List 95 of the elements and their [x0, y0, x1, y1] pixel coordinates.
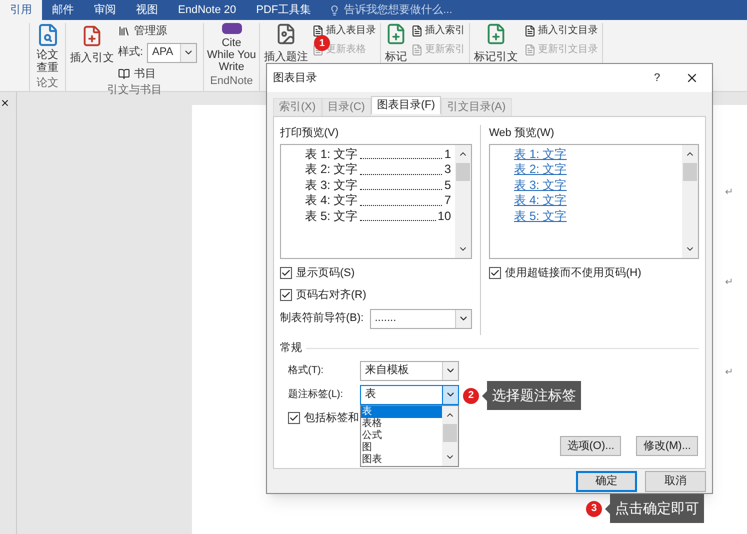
- close-icon[interactable]: [0, 98, 10, 108]
- group-label: EndNote: [210, 74, 253, 88]
- scrollbar-thumb[interactable]: [443, 424, 457, 442]
- book-icon: [118, 68, 130, 80]
- field-label: 题注标签(L):: [288, 388, 344, 402]
- checkbox[interactable]: [280, 289, 292, 302]
- checkbox-label: 页码右对齐(R): [296, 288, 366, 303]
- sources-icon: [118, 25, 130, 38]
- page-number: 3: [444, 162, 451, 178]
- scrollbar-thumb[interactable]: [456, 162, 470, 180]
- field-label: 格式(T):: [288, 364, 325, 378]
- dialog-button[interactable]: 选项(O)...: [560, 436, 622, 456]
- field-label: Web 预览(W): [489, 126, 556, 141]
- dialog-title: 图表目录: [273, 70, 318, 86]
- ribbon-small-button[interactable]: 插入表目录: [312, 23, 376, 38]
- preview-link[interactable]: 表 5: 文字: [514, 208, 682, 224]
- format-dropdown[interactable]: 来自模板: [360, 360, 459, 380]
- group-label: 引文与书目: [106, 82, 163, 98]
- field-label: 打印预览(V): [280, 126, 340, 141]
- close-icon: [685, 71, 699, 85]
- tell-me-field[interactable]: 告诉我您想要做什么...: [321, 0, 460, 20]
- ribbon-tab[interactable]: 视图: [126, 0, 168, 20]
- citation-icon: [81, 25, 103, 47]
- tab-leader-dropdown[interactable]: .......: [370, 308, 472, 328]
- checkbox[interactable]: [280, 266, 292, 279]
- preview-link[interactable]: 表 1: 文字: [514, 146, 682, 162]
- page-number: 7: [444, 193, 451, 208]
- preview-link[interactable]: 表 2: 文字: [514, 162, 682, 178]
- checkbox[interactable]: [489, 266, 501, 279]
- scrollbar[interactable]: [442, 406, 458, 466]
- ribbon-small-button[interactable]: 插入引文目录: [524, 23, 598, 38]
- dialog-tab[interactable]: 引文目录(A): [441, 98, 512, 116]
- paragraph-mark: ↵: [725, 276, 733, 290]
- scrollbar[interactable]: [455, 144, 471, 258]
- bibliography-button[interactable]: 书目: [118, 66, 198, 82]
- document-plus-icon: [485, 23, 507, 45]
- help-button[interactable]: ?: [642, 70, 672, 86]
- field-label: 制表符前导符(B):: [280, 311, 364, 326]
- preview-entry: 表 3: 文字: [305, 178, 358, 193]
- dropdown-option[interactable]: 公式: [361, 430, 442, 442]
- preview-entry: 表 4: 文字: [305, 193, 358, 208]
- checkbox-label: 显示页码(S): [296, 266, 355, 280]
- dropdown-option[interactable]: 图: [361, 442, 442, 454]
- dialog-tab[interactable]: 目录(C): [322, 98, 371, 116]
- group-label: 论文: [36, 76, 58, 91]
- document-icon: [524, 24, 536, 36]
- cite-while-you-write-button[interactable]: Cite While You Write: [206, 36, 256, 72]
- style-label: 样式:: [118, 45, 144, 60]
- document-icon: [411, 44, 423, 56]
- style-dropdown[interactable]: APA: [147, 42, 198, 62]
- checkbox[interactable]: [288, 412, 300, 424]
- mark-citation-button[interactable]: 标记引文: [474, 23, 518, 91]
- ribbon-small-button[interactable]: 插入索引: [411, 23, 465, 38]
- section-label: 常规: [280, 341, 302, 356]
- dropdown-option[interactable]: 表: [361, 406, 442, 418]
- document-icon: [411, 24, 423, 36]
- dialog-tab[interactable]: 图表目录(F): [370, 96, 441, 114]
- endnote-logo-icon: [222, 23, 242, 34]
- preview-entry: 表 5: 文字: [305, 208, 358, 224]
- dropdown-option[interactable]: 图表: [361, 454, 442, 466]
- insert-citation-button[interactable]: 插入引文: [70, 23, 114, 82]
- dialog-button[interactable]: 修改(M)...: [636, 436, 698, 456]
- document-icon: [312, 24, 324, 36]
- lightbulb-icon: [329, 4, 340, 16]
- ribbon-tab[interactable]: EndNote 20: [168, 0, 246, 20]
- paragraph-mark: ↵: [725, 366, 733, 380]
- page-number: 1: [444, 146, 451, 162]
- checkbox-label: 包括标签和: [304, 410, 359, 426]
- callout-label: 点击确定即可: [605, 494, 704, 523]
- mark-entry-button[interactable]: 标记: [385, 23, 407, 91]
- ribbon-tab[interactable]: 审阅: [84, 0, 126, 20]
- page-number: 10: [438, 208, 451, 224]
- image-document-icon: [275, 23, 297, 45]
- cancel-button[interactable]: 取消: [645, 471, 706, 492]
- checkbox-label: 使用超链接而不使用页码(H): [505, 266, 642, 280]
- ok-button[interactable]: 确定: [576, 471, 637, 492]
- document-plus-icon: [385, 23, 407, 45]
- page-number: 5: [444, 178, 451, 193]
- ribbon-tab[interactable]: PDF工具集: [246, 0, 322, 20]
- scrollbar[interactable]: [682, 144, 698, 258]
- paragraph-mark: ↵: [725, 186, 733, 200]
- document-icon: [524, 44, 536, 56]
- callout-label: 选择题注标签: [482, 381, 581, 410]
- dropdown-option[interactable]: 表格: [361, 418, 442, 430]
- preview-entry: 表 2: 文字: [305, 162, 358, 178]
- ribbon-tab[interactable]: 引用: [0, 0, 42, 20]
- caption-label-dropdown[interactable]: 表: [360, 384, 459, 404]
- preview-link[interactable]: 表 4: 文字: [514, 193, 682, 208]
- scrollbar-thumb[interactable]: [683, 162, 697, 180]
- ribbon-tab[interactable]: 邮件: [42, 0, 84, 20]
- manage-sources-button[interactable]: 管理源: [118, 23, 198, 40]
- preview-link[interactable]: 表 3: 文字: [514, 178, 682, 193]
- thesis-check-button[interactable]: 论文查重: [36, 23, 60, 75]
- dialog-tab[interactable]: 索引(X): [273, 98, 322, 116]
- preview-entry: 表 1: 文字: [305, 146, 358, 162]
